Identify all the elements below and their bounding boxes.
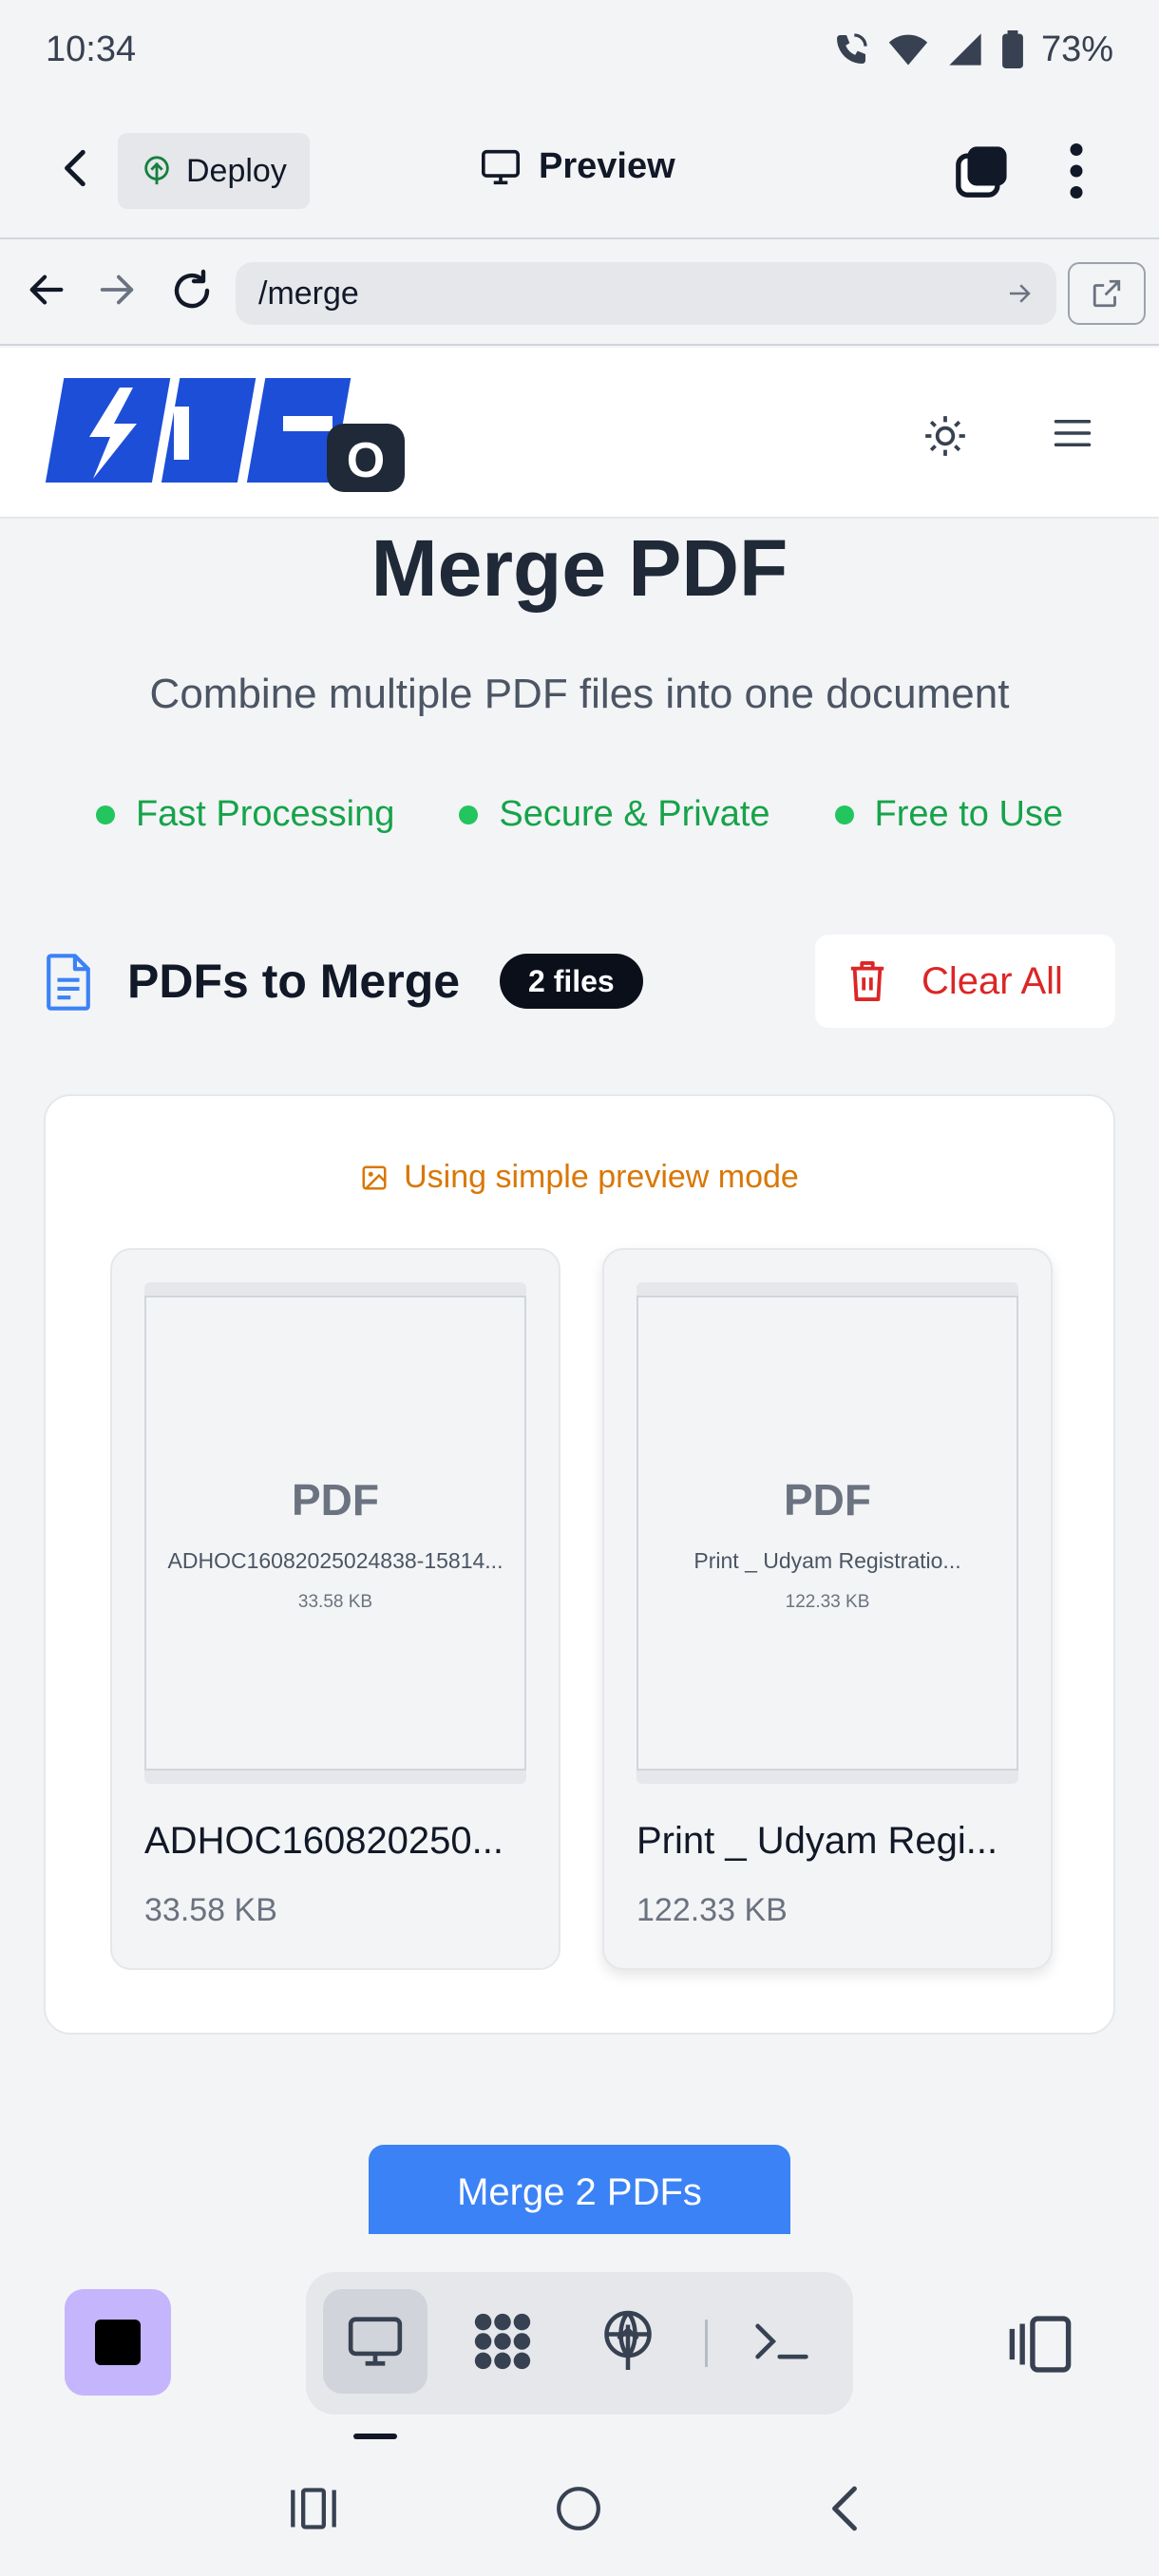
wifi-call-icon xyxy=(836,33,867,64)
more-vert-icon[interactable] xyxy=(1062,142,1091,199)
url-input[interactable]: /merge xyxy=(236,262,1056,325)
preview-title: Preview xyxy=(480,146,675,187)
section-title: PDFs to Merge xyxy=(127,955,461,1008)
active-tab-indicator xyxy=(353,2434,397,2439)
tabs-icon[interactable] xyxy=(954,144,1009,199)
section-header: PDFs to Merge 2 files Clear All xyxy=(44,935,1115,1030)
device-icon[interactable] xyxy=(1007,2316,1074,2373)
feature-label: Free to Use xyxy=(874,794,1064,834)
pdf-file-card[interactable]: PDF Print _ Udyam Registratio... 122.33 … xyxy=(602,1248,1053,1970)
page-title: Merge PDF xyxy=(370,523,788,613)
file-size: 33.58 KB xyxy=(144,1892,277,1928)
preview-mode-note: Using simple preview mode xyxy=(46,1159,1113,1196)
clear-all-button[interactable]: Clear All xyxy=(815,935,1115,1028)
files-panel: Using simple preview mode PDF ADHOC16082… xyxy=(44,1094,1115,2035)
go-arrow-icon[interactable] xyxy=(1005,279,1034,308)
bullet-dot-icon xyxy=(459,805,479,824)
file-name: ADHOC160820250... xyxy=(144,1820,504,1862)
feature-item: Fast Processing xyxy=(95,794,395,835)
bullet-dot-icon xyxy=(834,805,854,824)
site-header: O xyxy=(0,348,1159,519)
url-bar: /merge xyxy=(0,239,1159,346)
merge-pdfs-button[interactable]: Merge 2 PDFs xyxy=(369,2145,790,2240)
dock-terminal-tab[interactable] xyxy=(730,2289,834,2394)
dock-preview-tab[interactable] xyxy=(323,2289,428,2394)
deploy-button[interactable]: Deploy xyxy=(118,133,310,209)
image-icon xyxy=(362,1165,387,1189)
back-arrow-icon[interactable] xyxy=(53,144,101,192)
thumbnail-pdf-label: PDF xyxy=(784,1475,871,1525)
status-bar: 10:34 73% xyxy=(0,0,1159,99)
network-icon xyxy=(604,2310,652,2370)
system-back-icon[interactable] xyxy=(823,2485,866,2532)
nav-back-icon[interactable] xyxy=(25,268,68,312)
dock-apps-tab[interactable] xyxy=(450,2289,555,2394)
thumbnail-file-size: 122.33 KB xyxy=(785,1592,870,1612)
page-subtitle: Combine multiple PDF files into one docu… xyxy=(149,671,1010,717)
preview-mode-label: Using simple preview mode xyxy=(404,1159,799,1195)
app-toolbar: Deploy Preview xyxy=(0,99,1159,239)
battery-icon xyxy=(1002,30,1023,68)
deploy-icon xyxy=(144,156,169,185)
open-external-button[interactable] xyxy=(1068,262,1146,325)
status-icons: 73% xyxy=(832,29,1113,70)
thumbnail-file-name: ADHOC16082025024838-15814... xyxy=(167,1548,504,1573)
feature-label: Secure & Private xyxy=(499,794,770,834)
monitor-icon xyxy=(348,2317,403,2366)
monitor-icon xyxy=(482,149,520,184)
status-time: 10:34 xyxy=(46,28,137,69)
external-link-icon xyxy=(1092,279,1121,308)
recents-icon[interactable] xyxy=(289,2485,338,2532)
deploy-label: Deploy xyxy=(186,152,287,189)
home-icon[interactable] xyxy=(555,2485,602,2532)
signal-icon xyxy=(949,33,981,66)
refresh-icon[interactable] xyxy=(169,268,215,313)
wifi-icon xyxy=(888,34,928,66)
thumbnail-page: PDF Print _ Udyam Registratio... 122.33 … xyxy=(636,1296,1018,1771)
thumbnail-file-size: 33.58 KB xyxy=(297,1592,373,1612)
clear-all-label: Clear All xyxy=(922,959,1063,1002)
pdf-thumbnail: PDF Print _ Udyam Registratio... 122.33 … xyxy=(636,1282,1018,1784)
bullet-dot-icon xyxy=(95,805,115,824)
file-count-badge: 2 files xyxy=(500,954,643,1009)
file-name: Print _ Udyam Regi... xyxy=(636,1820,998,1862)
sun-icon[interactable] xyxy=(922,412,969,460)
dock-divider xyxy=(705,2320,708,2367)
thumbnail-file-name: Print _ Udyam Registratio... xyxy=(694,1548,961,1573)
feature-label: Fast Processing xyxy=(135,794,395,834)
apps-icon xyxy=(474,2313,531,2370)
menu-icon[interactable] xyxy=(1053,414,1092,452)
document-icon xyxy=(47,954,90,1011)
stop-button[interactable] xyxy=(65,2289,171,2396)
dock-deploy-tab[interactable] xyxy=(576,2289,680,2394)
thumbnail-page: PDF ADHOC16082025024838-15814... 33.58 K… xyxy=(144,1296,526,1771)
pdf-file-card[interactable]: PDF ADHOC16082025024838-15814... 33.58 K… xyxy=(110,1248,560,1970)
file-size: 122.33 KB xyxy=(636,1892,788,1928)
preview-label: Preview xyxy=(539,146,675,186)
terminal-icon xyxy=(755,2323,808,2359)
logo-badge-text: O xyxy=(347,433,385,488)
trash-icon xyxy=(850,961,884,1001)
feature-list: Fast Processing Secure & Private Free to… xyxy=(0,794,1159,835)
bottom-dock xyxy=(0,2234,1159,2443)
feature-item: Free to Use xyxy=(834,794,1064,835)
nav-forward-icon[interactable] xyxy=(95,268,139,312)
system-nav-bar xyxy=(0,2443,1159,2576)
site-logo[interactable]: O xyxy=(46,374,407,492)
stop-icon xyxy=(95,2320,141,2365)
battery-level: 73% xyxy=(1040,28,1113,69)
feature-item: Secure & Private xyxy=(459,794,770,835)
url-text: /merge xyxy=(258,275,359,312)
dock-tabs xyxy=(306,2272,853,2415)
pdf-thumbnail: PDF ADHOC16082025024838-15814... 33.58 K… xyxy=(144,1282,526,1784)
thumbnail-pdf-label: PDF xyxy=(292,1475,379,1525)
